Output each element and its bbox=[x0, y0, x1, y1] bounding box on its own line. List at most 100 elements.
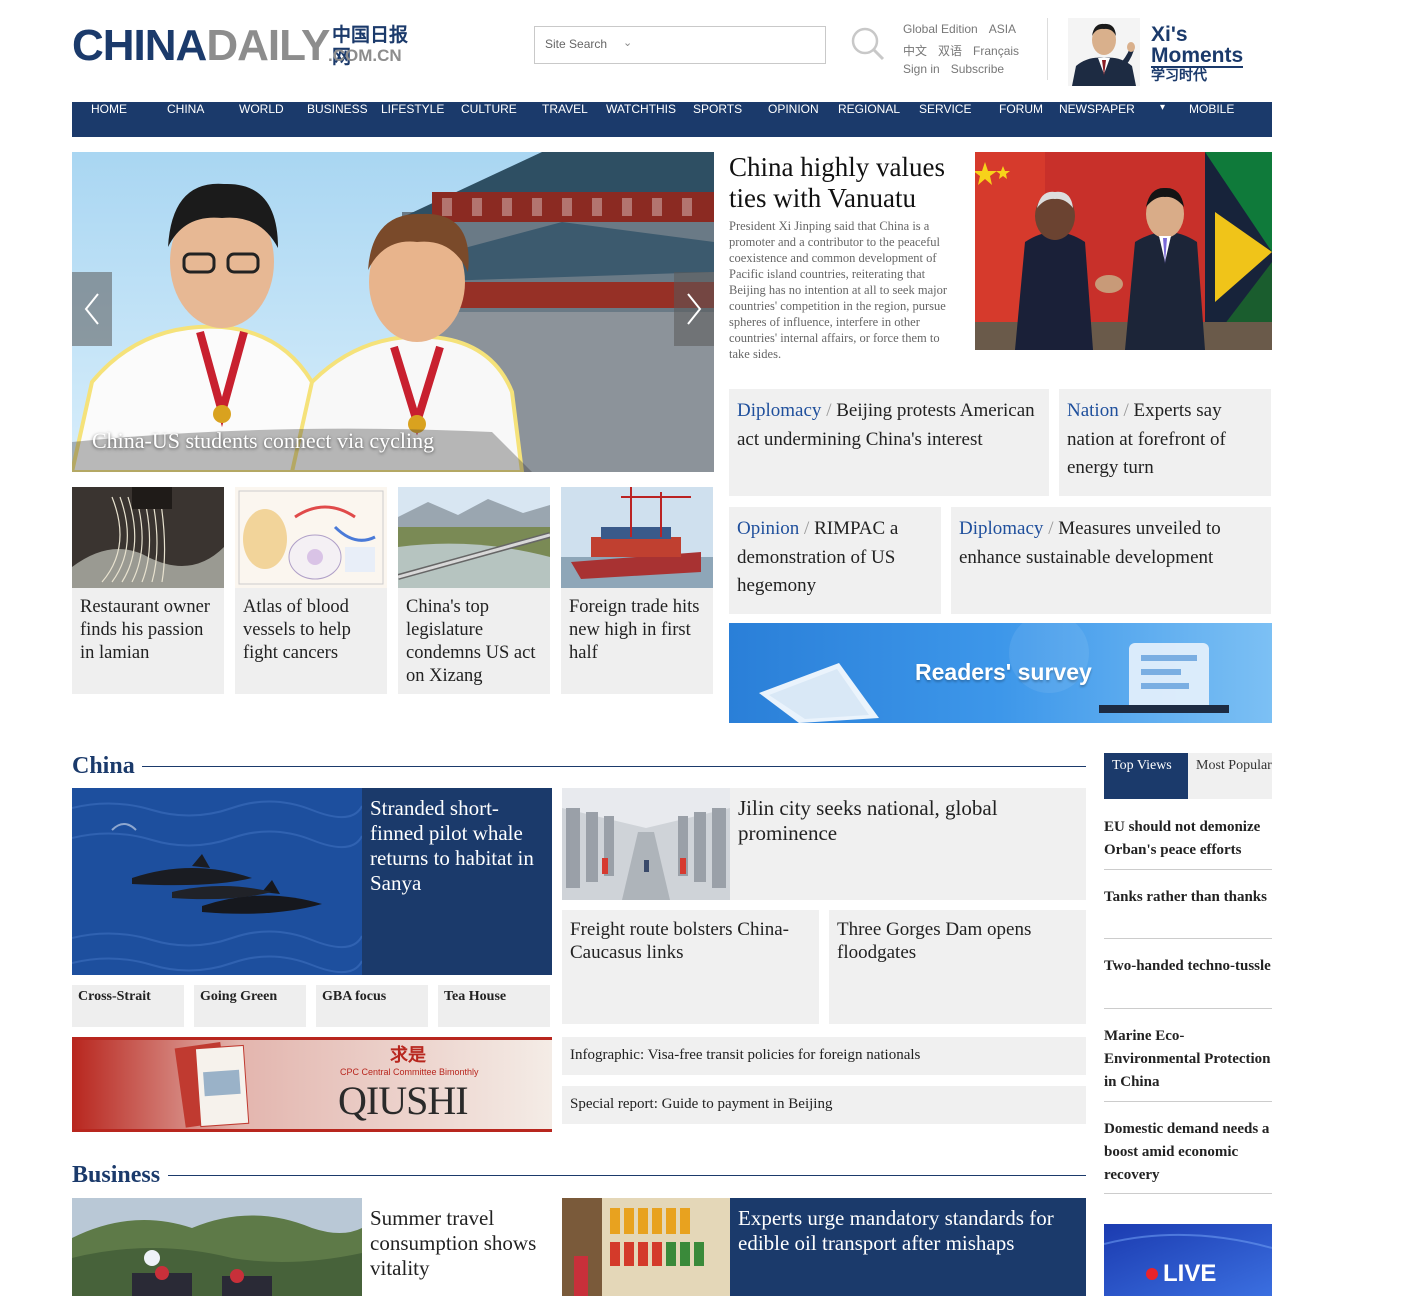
freight-route-title[interactable]: Freight route bolsters China-Caucasus li… bbox=[570, 918, 810, 964]
tag-gba-focus[interactable]: GBA focus bbox=[316, 985, 428, 1027]
thumb-title[interactable]: Foreign trade hits new high in first hal… bbox=[569, 596, 709, 665]
headline-card-nation[interactable]: Nation / Experts say nation at forefront… bbox=[1059, 389, 1271, 496]
sign-in-link[interactable]: Sign in bbox=[903, 62, 940, 76]
nav-business[interactable]: BUSINESS bbox=[307, 102, 368, 137]
nav-china[interactable]: CHINA bbox=[167, 102, 204, 137]
live-banner[interactable]: LIVE bbox=[1104, 1224, 1272, 1296]
nav-mobile[interactable]: MOBILE bbox=[1189, 102, 1234, 137]
rail-item[interactable]: Domestic demand needs a boost amid econo… bbox=[1104, 1118, 1272, 1194]
edible-oil-card[interactable]: Experts urge mandatory standards for edi… bbox=[730, 1198, 1086, 1296]
thumb-card-lamian[interactable]: Restaurant owner finds his passion in la… bbox=[72, 487, 224, 694]
lead-story-photo[interactable] bbox=[975, 152, 1272, 350]
search-icon[interactable] bbox=[850, 26, 886, 62]
thumb-title[interactable]: Atlas of blood vessels to help fight can… bbox=[243, 596, 383, 665]
three-gorges-card[interactable]: Three Gorges Dam opens floodgates bbox=[829, 910, 1086, 1024]
summer-travel-card[interactable]: Summer travel consumption shows vitality bbox=[362, 1198, 552, 1296]
nav-watchthis[interactable]: WATCHTHIS bbox=[606, 102, 676, 137]
link-francais[interactable]: Français bbox=[973, 44, 1019, 58]
whale-photo[interactable] bbox=[72, 788, 362, 975]
category-label[interactable]: Opinion bbox=[737, 518, 799, 539]
three-gorges-title[interactable]: Three Gorges Dam opens floodgates bbox=[837, 918, 1077, 964]
tag-going-green[interactable]: Going Green bbox=[194, 985, 306, 1027]
category-label[interactable]: Diplomacy bbox=[737, 400, 821, 421]
whale-story-title[interactable]: Stranded short-finned pilot whale return… bbox=[370, 796, 548, 896]
china-daily-logo[interactable]: CHINADAILY 中国日报网 .COM.CN bbox=[72, 22, 417, 70]
jilin-story-card[interactable]: Jilin city seeks national, global promin… bbox=[730, 788, 1086, 900]
nav-world[interactable]: WORLD bbox=[239, 102, 284, 137]
headline-card-opinion[interactable]: Opinion / RIMPAC a demonstration of US h… bbox=[729, 507, 941, 614]
rail-item[interactable]: Two-handed techno-tussle bbox=[1104, 955, 1272, 1009]
tab-top-views[interactable]: Top Views bbox=[1104, 753, 1188, 799]
link-chinese[interactable]: 中文 bbox=[903, 44, 927, 58]
link-bilingual[interactable]: 双语 bbox=[938, 44, 962, 58]
nav-lifestyle[interactable]: LIFESTYLE bbox=[381, 102, 444, 137]
section-rule bbox=[142, 766, 1086, 767]
nav-travel[interactable]: TRAVEL bbox=[542, 102, 588, 137]
headline-card-diplomacy-2[interactable]: Diplomacy / Measures unveiled to enhance… bbox=[951, 507, 1271, 614]
rail-item[interactable]: EU should not demonize Orban's peace eff… bbox=[1104, 816, 1272, 870]
infographic-strip[interactable]: Infographic: Visa-free transit policies … bbox=[562, 1037, 1086, 1075]
infographic-link[interactable]: Infographic: Visa-free transit policies … bbox=[570, 1047, 920, 1064]
thumb-image[interactable] bbox=[561, 487, 713, 588]
thumb-card-xizang[interactable]: China's top legislature condemns US act … bbox=[398, 487, 550, 694]
section-heading-business[interactable]: Business bbox=[72, 1161, 160, 1189]
jilin-story-title[interactable]: Jilin city seeks national, global promin… bbox=[738, 796, 1068, 846]
rail-tabs: Top Views Most Popular bbox=[1104, 753, 1272, 799]
hero-slide-image[interactable] bbox=[72, 152, 714, 472]
freight-route-card[interactable]: Freight route bolsters China-Caucasus li… bbox=[562, 910, 819, 1024]
whale-story-card[interactable]: Stranded short-finned pilot whale return… bbox=[362, 788, 552, 975]
nav-forum[interactable]: FORUM bbox=[999, 102, 1043, 137]
survey-banner-text: Readers' survey bbox=[915, 659, 1092, 685]
search-scope-label[interactable]: Site Search bbox=[545, 37, 607, 51]
chevron-down-icon[interactable]: ⌄ bbox=[623, 36, 632, 49]
summer-travel-title[interactable]: Summer travel consumption shows vitality bbox=[370, 1206, 540, 1281]
edible-oil-title[interactable]: Experts urge mandatory standards for edi… bbox=[738, 1206, 1078, 1256]
xis-moments-title-2[interactable]: Moments bbox=[1151, 45, 1244, 68]
nav-newspaper[interactable]: NEWSPAPER bbox=[1059, 102, 1135, 137]
summer-travel-photo[interactable] bbox=[72, 1198, 362, 1296]
section-heading-china[interactable]: China bbox=[72, 752, 135, 780]
xi-portrait-image[interactable] bbox=[1068, 18, 1140, 86]
thumb-image[interactable] bbox=[398, 487, 550, 588]
special-report-strip[interactable]: Special report: Guide to payment in Beij… bbox=[562, 1086, 1086, 1124]
nav-regional[interactable]: REGIONAL bbox=[838, 102, 900, 137]
nav-home[interactable]: HOME bbox=[91, 102, 127, 137]
thumb-image[interactable] bbox=[72, 487, 224, 588]
special-report-link[interactable]: Special report: Guide to payment in Beij… bbox=[570, 1096, 832, 1113]
qiushi-banner[interactable]: CPC Central Committee Bimonthly 求是 QIUSH… bbox=[72, 1037, 552, 1132]
thumb-title[interactable]: Restaurant owner finds his passion in la… bbox=[80, 596, 220, 665]
nav-culture[interactable]: CULTURE bbox=[461, 102, 517, 137]
nav-opinion[interactable]: OPINION bbox=[768, 102, 819, 137]
xis-moments-chinese[interactable]: 学习时代 bbox=[1151, 68, 1207, 84]
nav-service[interactable]: SERVICE bbox=[919, 102, 971, 137]
nav-sports[interactable]: SPORTS bbox=[693, 102, 742, 137]
thumb-card-blood-vessels[interactable]: Atlas of blood vessels to help fight can… bbox=[235, 487, 387, 694]
link-global-edition[interactable]: Global Edition bbox=[903, 22, 978, 36]
category-label[interactable]: Nation bbox=[1067, 400, 1119, 421]
xis-moments-title[interactable]: Xi's bbox=[1151, 24, 1188, 45]
rail-item[interactable]: Tanks rather than thanks bbox=[1104, 886, 1272, 939]
search-input[interactable] bbox=[645, 33, 815, 57]
subscribe-link[interactable]: Subscribe bbox=[951, 62, 1004, 76]
headline-card-diplomacy-1[interactable]: Diplomacy / Beijing protests American ac… bbox=[729, 389, 1049, 496]
live-dot-icon bbox=[1146, 1268, 1158, 1280]
hero-caption[interactable]: China-US students connect via cycling bbox=[92, 428, 434, 454]
edible-oil-photo[interactable] bbox=[562, 1198, 730, 1296]
thumb-image[interactable] bbox=[235, 487, 387, 588]
thumb-title[interactable]: China's top legislature condemns US act … bbox=[406, 596, 546, 688]
nav-more-caret-icon[interactable]: ▾ bbox=[1160, 102, 1165, 113]
rail-item[interactable]: Marine Eco-Environmental Protection in C… bbox=[1104, 1025, 1272, 1102]
lead-story-title[interactable]: China highly values ties with Vanuatu bbox=[729, 152, 969, 214]
account-links: Sign in Subscribe bbox=[903, 62, 1015, 76]
tag-tea-house[interactable]: Tea House bbox=[438, 985, 550, 1027]
thumb-card-foreign-trade[interactable]: Foreign trade hits new high in first hal… bbox=[561, 487, 713, 694]
hero-next-button[interactable] bbox=[674, 272, 714, 346]
tag-cross-strait[interactable]: Cross-Strait bbox=[72, 985, 184, 1027]
tab-most-popular[interactable]: Most Popular bbox=[1188, 753, 1272, 799]
jilin-photo[interactable] bbox=[562, 788, 730, 900]
category-label[interactable]: Diplomacy bbox=[959, 518, 1043, 539]
readers-survey-banner[interactable]: Readers' survey bbox=[729, 623, 1272, 723]
hero-prev-button[interactable] bbox=[72, 272, 112, 346]
link-asia[interactable]: ASIA bbox=[989, 22, 1016, 36]
site-search-box[interactable]: Site Search ⌄ bbox=[534, 26, 826, 64]
